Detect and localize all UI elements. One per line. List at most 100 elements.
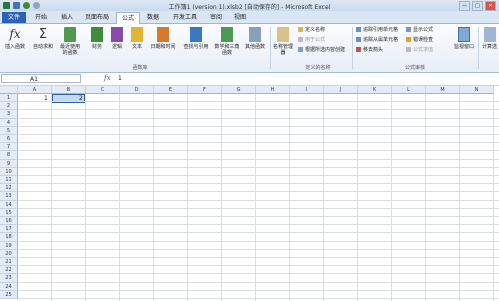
close-button[interactable]: ✕ <box>485 1 496 11</box>
gridline <box>18 224 499 226</box>
window-title: 工作簿1 (version 1).xlsb2 [自动保存的] - Microso… <box>168 4 331 11</box>
row-header-25[interactable]: 25 <box>0 290 18 299</box>
column-header-g[interactable]: G <box>222 86 256 94</box>
evaluate-formula-button[interactable]: 公式求值 <box>406 47 433 54</box>
column-header-a[interactable]: A <box>18 86 52 94</box>
row-header-11[interactable]: 11 <box>0 176 18 185</box>
column-header-k[interactable]: K <box>358 86 392 94</box>
gridline <box>18 101 499 103</box>
calculator-icon <box>483 27 496 42</box>
row-header-1[interactable]: 1 <box>0 94 18 103</box>
row-header-14[interactable]: 14 <box>0 200 18 209</box>
dependents-arrow-icon <box>356 37 361 42</box>
name-manager-button[interactable]: 名称管理器 <box>272 27 294 56</box>
tab-review[interactable]: 审阅 <box>205 12 227 23</box>
tab-home[interactable]: 开始 <box>30 12 52 23</box>
ribbon-tabs: 文件 开始 插入 页面布局 公式 数据 开发工具 审阅 视图 <box>0 11 499 24</box>
gridline <box>18 150 499 152</box>
create-from-selection-button[interactable]: 根据所选内容创建 <box>298 47 345 54</box>
tab-data[interactable]: 数据 <box>142 12 164 23</box>
name-box[interactable]: A1 <box>1 74 81 83</box>
gridline <box>18 199 499 201</box>
row-header-23[interactable]: 23 <box>0 274 18 283</box>
column-header-j[interactable]: J <box>324 86 358 94</box>
show-formulas-button[interactable]: 显示公式 <box>406 27 433 34</box>
tab-page-layout[interactable]: 页面布局 <box>80 12 114 23</box>
text-button[interactable]: 文本 <box>128 27 146 50</box>
gridline <box>18 117 499 119</box>
fx-icon[interactable]: fx <box>104 74 111 82</box>
column-header-c[interactable]: C <box>86 86 120 94</box>
row-header-15[interactable]: 15 <box>0 208 18 217</box>
watch-window-button[interactable]: 监视窗口 <box>452 27 476 50</box>
trace-dependents-button[interactable]: 追踪从属单元格 <box>356 37 398 44</box>
row-header-24[interactable]: 24 <box>0 282 18 291</box>
name-tag-icon <box>277 27 289 42</box>
column-header-f[interactable]: F <box>188 86 222 94</box>
tab-developer[interactable]: 开发工具 <box>168 12 202 23</box>
tab-formulas[interactable]: 公式 <box>116 12 140 24</box>
error-check-icon <box>406 37 411 42</box>
logical-book-icon <box>111 27 123 42</box>
formula-input[interactable]: 1 <box>118 75 122 82</box>
ribbon-separator <box>352 27 353 69</box>
column-header-i[interactable]: I <box>290 86 324 94</box>
ribbon-separator <box>270 27 271 69</box>
datetime-button[interactable]: 日期和时间 <box>148 27 178 50</box>
row-header-16[interactable]: 16 <box>0 217 18 226</box>
row-header-4[interactable]: 4 <box>0 118 18 127</box>
row-header-7[interactable]: 7 <box>0 143 18 152</box>
tag-icon <box>298 27 303 32</box>
row-header-2[interactable]: 2 <box>0 102 18 111</box>
star-book-icon <box>64 27 76 42</box>
column-header-l[interactable]: L <box>392 86 426 94</box>
trace-precedents-button[interactable]: 追踪引用单元格 <box>356 27 398 34</box>
gridline <box>18 265 499 267</box>
row-header-8[interactable]: 8 <box>0 151 18 160</box>
worksheet-grid[interactable]: A B C D E F G H I J K L M N 1 2 3 4 5 6 7 8 9 10 11 12 13 14 15 16 17 1… <box>0 86 499 301</box>
math-trig-button[interactable]: 数学和三角函数 <box>214 27 240 56</box>
minimize-button[interactable]: — <box>459 1 470 11</box>
select-all-corner[interactable] <box>0 86 18 94</box>
row-header-9[interactable]: 9 <box>0 159 18 168</box>
cell-a1[interactable]: 1 <box>44 95 48 102</box>
remove-arrows-button[interactable]: 移去箭头 <box>356 47 383 54</box>
more-functions-button[interactable]: 其他函数 <box>242 27 268 50</box>
insert-function-button[interactable]: fx 插入函数 <box>2 27 28 50</box>
tab-file[interactable]: 文件 <box>2 12 26 23</box>
lookup-book-icon <box>190 27 202 42</box>
tab-view[interactable]: 视图 <box>229 12 251 23</box>
column-header-h[interactable]: H <box>256 86 290 94</box>
row-header-13[interactable]: 13 <box>0 192 18 201</box>
recent-functions-button[interactable]: 最近使用的函数 <box>58 27 82 56</box>
row-header-17[interactable]: 17 <box>0 225 18 234</box>
calc-options-button[interactable]: 计算选 <box>480 27 499 50</box>
column-header-d[interactable]: D <box>120 86 154 94</box>
autosum-button[interactable]: Σ 自动求和 <box>32 27 54 50</box>
maximize-button[interactable]: □ <box>472 1 483 11</box>
column-header-e[interactable]: E <box>154 86 188 94</box>
tab-insert[interactable]: 插入 <box>56 12 78 23</box>
cell-b1[interactable]: 2 <box>79 95 83 102</box>
row-header-22[interactable]: 22 <box>0 266 18 275</box>
row-header-5[interactable]: 5 <box>0 126 18 135</box>
logical-button[interactable]: 逻辑 <box>108 27 126 50</box>
row-header-20[interactable]: 20 <box>0 249 18 258</box>
row-header-3[interactable]: 3 <box>0 110 18 119</box>
financial-button[interactable]: 财务 <box>88 27 106 50</box>
row-header-10[interactable]: 10 <box>0 167 18 176</box>
column-header-m[interactable]: M <box>426 86 460 94</box>
use-in-formula-button[interactable]: 用于公式 <box>298 37 325 44</box>
column-header-n[interactable]: N <box>460 86 494 94</box>
fx-icon: fx <box>9 27 21 41</box>
column-header-b[interactable]: B <box>52 86 86 94</box>
row-header-19[interactable]: 19 <box>0 241 18 250</box>
error-checking-button[interactable]: 错误检查 <box>406 37 433 44</box>
group-label-library: 函数库 <box>132 65 148 71</box>
row-header-6[interactable]: 6 <box>0 135 18 144</box>
define-name-button[interactable]: 定义名称 <box>298 27 325 34</box>
lookup-button[interactable]: 查找与引用 <box>180 27 212 50</box>
row-header-12[interactable]: 12 <box>0 184 18 193</box>
row-header-18[interactable]: 18 <box>0 233 18 242</box>
row-header-21[interactable]: 21 <box>0 258 18 267</box>
